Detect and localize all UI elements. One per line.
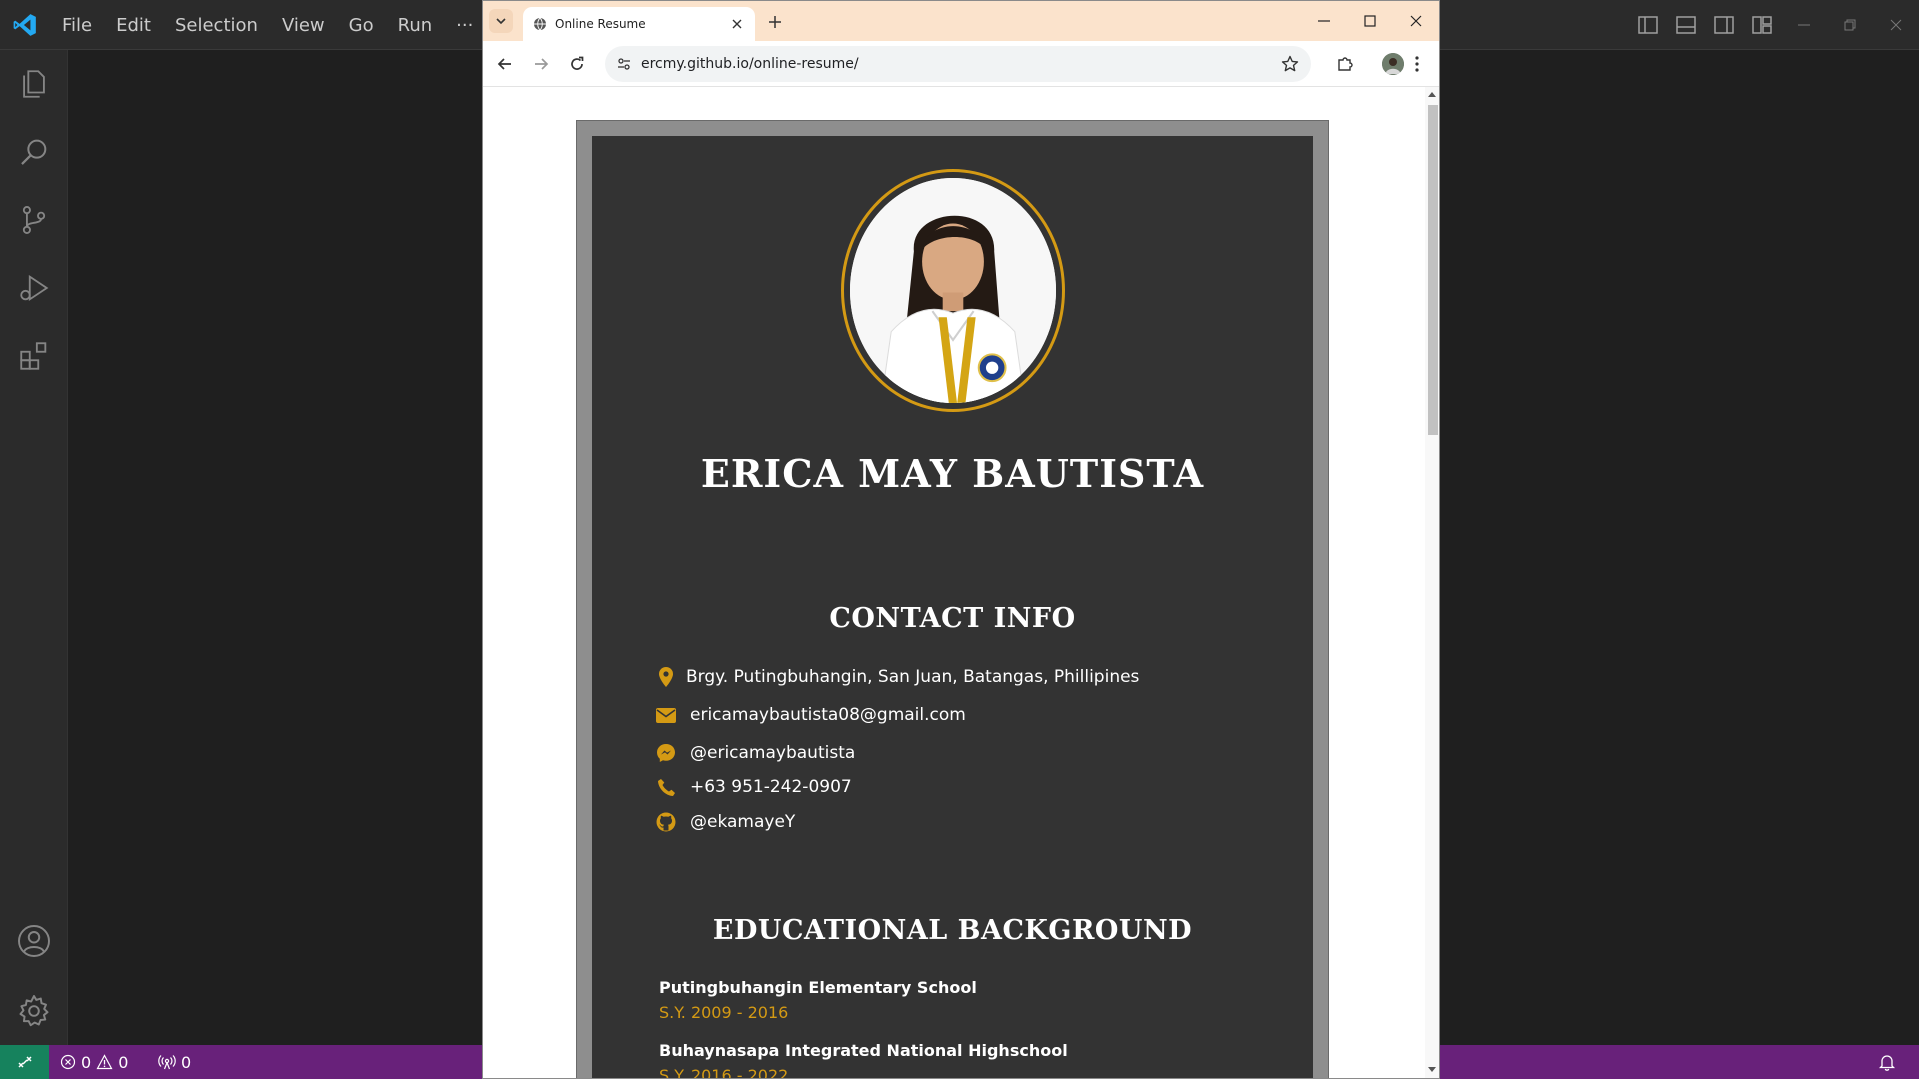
site-info-tune-icon[interactable]	[617, 57, 631, 71]
phone-icon	[656, 777, 676, 797]
contact-address: Brgy. Putingbuhangin, San Juan, Batangas…	[656, 667, 1139, 687]
back-arrow-icon[interactable]	[489, 48, 521, 80]
browser-maximize-icon[interactable]	[1347, 1, 1393, 41]
contact-messenger: @ericamaybautista	[656, 743, 855, 763]
envelope-icon	[656, 705, 676, 725]
tab-online-resume[interactable]: Online Resume	[523, 7, 755, 41]
error-count: 0	[81, 1052, 92, 1072]
phone-text: +63 951-242-0907	[690, 777, 852, 797]
toggle-panel-icon[interactable]	[1667, 0, 1705, 50]
ports-count: 0	[181, 1052, 192, 1072]
contact-email: ericamaybautista08@gmail.com	[656, 705, 966, 725]
contact-info-heading: CONTACT INFO	[829, 603, 1076, 634]
email-text[interactable]: ericamaybautista08@gmail.com	[690, 705, 966, 725]
customize-layout-icon[interactable]	[1743, 0, 1781, 50]
menu-more[interactable]: ···	[444, 15, 485, 36]
resume-frame: ERICA MAY BAUTISTA CONTACT INFO Brgy. Pu…	[576, 120, 1329, 1079]
address-text: Brgy. Putingbuhangin, San Juan, Batangas…	[686, 667, 1140, 687]
contact-phone: +63 951-242-0907	[656, 777, 852, 797]
titlebar-controls	[1629, 0, 1919, 50]
remote-indicator-icon[interactable]	[0, 1045, 49, 1079]
tab-search-chevron-icon[interactable]	[489, 9, 513, 33]
resume-name: ERICA MAY BAUTISTA	[700, 451, 1205, 496]
menu-run[interactable]: Run	[386, 15, 445, 36]
broadcast-icon	[158, 1055, 176, 1070]
browser-toolbar: ercmy.github.io/online-resume/	[483, 41, 1439, 87]
menu-bar: File Edit Selection View Go Run ···	[50, 0, 485, 50]
problems-indicator[interactable]: 0 0	[60, 1045, 128, 1079]
run-debug-icon[interactable]	[0, 254, 68, 322]
reload-icon[interactable]	[561, 48, 593, 80]
explorer-icon[interactable]	[0, 50, 68, 118]
toggle-secondary-sidebar-icon[interactable]	[1705, 0, 1743, 50]
new-tab-plus-icon[interactable]	[762, 9, 788, 35]
accounts-icon[interactable]	[0, 907, 68, 975]
minimize-icon[interactable]	[1781, 0, 1827, 50]
education-years-1: S.Y. 2009 - 2016	[659, 1003, 789, 1022]
menu-view[interactable]: View	[270, 15, 337, 36]
github-icon	[656, 812, 676, 832]
page-scrollbar[interactable]	[1425, 87, 1439, 1078]
location-pin-icon	[656, 667, 676, 687]
browser-minimize-icon[interactable]	[1301, 1, 1347, 41]
tab-close-icon[interactable]	[725, 12, 749, 36]
restore-icon[interactable]	[1827, 0, 1873, 50]
menu-go[interactable]: Go	[337, 15, 386, 36]
warning-icon	[96, 1054, 113, 1070]
github-handle-text[interactable]: @ekamayeY	[690, 812, 795, 832]
warning-count: 0	[118, 1052, 129, 1072]
education-heading: EDUCATIONAL BACKGROUND	[712, 915, 1193, 946]
close-window-icon[interactable]	[1873, 0, 1919, 50]
toggle-primary-sidebar-icon[interactable]	[1629, 0, 1667, 50]
ports-indicator[interactable]: 0	[158, 1045, 191, 1079]
extensions-puzzle-icon[interactable]	[1329, 48, 1361, 80]
extensions-icon[interactable]	[0, 322, 68, 390]
error-icon	[60, 1054, 76, 1070]
browser-menu-kebab-icon[interactable]	[1401, 48, 1433, 80]
url-text[interactable]: ercmy.github.io/online-resume/	[641, 56, 1281, 72]
education-school-1: Putingbuhangin Elementary School	[659, 978, 977, 997]
menu-edit[interactable]: Edit	[104, 15, 163, 36]
scroll-down-arrow-icon[interactable]	[1428, 1067, 1436, 1073]
activity-bar	[0, 50, 68, 1045]
education-school-2: Buhaynasapa Integrated National Highscho…	[659, 1041, 1068, 1060]
profile-photo-ring	[841, 169, 1065, 412]
messenger-icon	[656, 743, 676, 763]
manage-gear-icon[interactable]	[0, 977, 68, 1045]
globe-favicon-icon	[534, 17, 546, 31]
notifications-bell-icon[interactable]	[1878, 1045, 1896, 1079]
vscode-logo-icon	[13, 14, 36, 36]
browser-window: Online Resume ercmy.github.io/online-res…	[482, 0, 1440, 1079]
profile-photo	[850, 178, 1056, 403]
bookmark-star-icon[interactable]	[1281, 55, 1299, 73]
page-viewport[interactable]: ERICA MAY BAUTISTA CONTACT INFO Brgy. Pu…	[483, 87, 1425, 1079]
messenger-handle-text[interactable]: @ericamaybautista	[690, 743, 855, 763]
tab-strip: Online Resume	[483, 1, 1439, 41]
browser-window-controls	[1301, 1, 1439, 41]
scroll-up-arrow-icon[interactable]	[1428, 91, 1436, 97]
resume-card: ERICA MAY BAUTISTA CONTACT INFO Brgy. Pu…	[592, 136, 1313, 1079]
scrollbar-thumb[interactable]	[1428, 105, 1438, 435]
forward-arrow-icon[interactable]	[525, 48, 557, 80]
tab-title: Online Resume	[555, 17, 646, 31]
address-bar[interactable]: ercmy.github.io/online-resume/	[605, 46, 1311, 82]
source-control-icon[interactable]	[0, 186, 68, 254]
search-icon[interactable]	[0, 118, 68, 186]
menu-file[interactable]: File	[50, 15, 104, 36]
education-years-2: S.Y. 2016 - 2022	[659, 1066, 789, 1079]
browser-close-icon[interactable]	[1393, 1, 1439, 41]
contact-github: @ekamayeY	[656, 812, 795, 832]
menu-selection[interactable]: Selection	[163, 15, 270, 36]
